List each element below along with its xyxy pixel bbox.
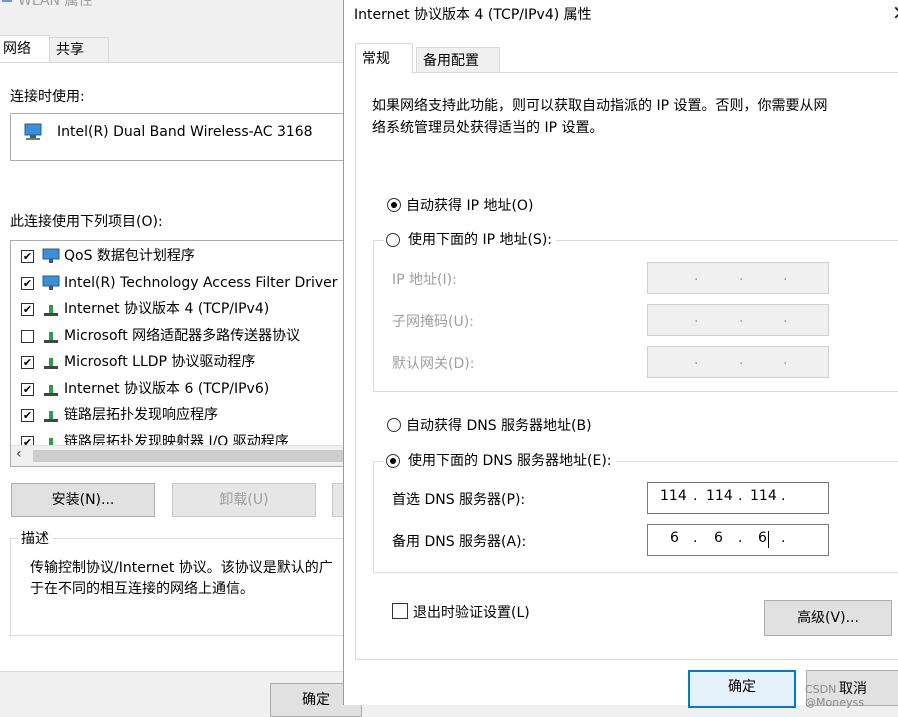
default-gateway-field[interactable]: ... (647, 346, 829, 378)
adapter-box: Intel(R) Dual Band Wireless-AC 3168 (10, 113, 345, 161)
wlan-titlebar: WLAN 属性 (0, 0, 345, 10)
auto-ip-radio[interactable] (387, 198, 401, 212)
items-label: 此连接使用下列项目(O): (10, 214, 163, 230)
component-checkbox[interactable]: ✔ (21, 356, 34, 369)
ip-address-field[interactable]: ... (647, 262, 829, 294)
manual-dns-label: 使用下面的 DNS 服务器地址(E): (408, 453, 612, 469)
component-checkbox[interactable] (21, 329, 34, 343)
advanced-button[interactable]: 高级(V)... (764, 600, 892, 636)
tab-alternate-config[interactable]: 备用配置 (416, 47, 500, 74)
network-protocol-icon (42, 381, 60, 396)
manual-ip-option[interactable]: 使用下面的 IP 地址(S): (384, 229, 556, 249)
component-label[interactable]: 链路层拓扑发现响应程序 (64, 402, 218, 428)
horizontal-scrollbar[interactable]: ‹ (11, 445, 345, 466)
watermark: CSDN @Moneyss (805, 683, 864, 709)
auto-ip-label: 自动获得 IP 地址(O) (406, 198, 534, 214)
auto-dns-label: 自动获得 DNS 服务器地址(B) (406, 418, 592, 434)
ip-address-label: IP 地址(I): (392, 272, 457, 288)
network-service-icon (42, 248, 60, 263)
component-label[interactable]: Intel(R) Technology Access Filter Driver (64, 270, 338, 296)
component-checkbox[interactable]: ✔ (21, 382, 34, 396)
preferred-dns-field[interactable]: 114. 114. 114. (647, 482, 829, 514)
tab-general[interactable]: 常规 (355, 43, 413, 74)
manual-dns-radio[interactable] (386, 454, 400, 468)
network-protocol-icon (42, 354, 60, 369)
ipv4-properties-dialog: Internet 协议版本 4 (TCP/IPv4) 属性 × 常规 备用配置 … (343, 0, 898, 708)
default-gateway-label: 默认网关(D): (392, 356, 475, 372)
subnet-mask-field[interactable]: ... (647, 304, 829, 336)
adapter-name: Intel(R) Dual Band Wireless-AC 3168 (57, 124, 313, 140)
intro-line2: 络系统管理员处获得适当的 IP 设置。 (372, 120, 604, 136)
manual-dns-group (373, 461, 898, 573)
description-line1: 传输控制协议/Internet 协议。该协议是默认的广 (30, 560, 333, 576)
install-button[interactable]: 安装(N)... (11, 483, 155, 517)
intro-line1: 如果网络支持此功能，则可以获取自动指派的 IP 设置。否则，你需要从网 (372, 98, 828, 114)
validate-label: 退出时验证设置(L) (413, 605, 530, 621)
alternate-dns-field[interactable]: 6. 6. 6 . (647, 524, 829, 556)
component-label[interactable]: Microsoft 网络适配器多路传送器协议 (64, 323, 300, 349)
text-caret (768, 531, 769, 548)
scrollbar-thumb[interactable] (33, 450, 345, 462)
alternate-dns-label: 备用 DNS 服务器(A): (392, 534, 527, 550)
component-label[interactable]: Microsoft LLDP 协议驱动程序 (64, 349, 255, 375)
wlan-title-icon (2, 0, 12, 2)
network-adapter-icon (24, 123, 42, 140)
component-checkbox[interactable]: ✔ (21, 276, 34, 290)
description-line2: 于在不同的相互连接的网络上通信。 (30, 581, 254, 597)
close-icon[interactable]: × (892, 0, 898, 24)
tab-sharing[interactable]: 共享 (49, 37, 109, 62)
connect-using-label: 连接时使用: (10, 89, 85, 105)
component-label[interactable]: Internet 协议版本 6 (TCP/IPv6) (64, 376, 269, 402)
component-checkbox[interactable]: ✔ (21, 250, 34, 263)
subnet-mask-label: 子网掩码(U): (392, 314, 474, 330)
manual-ip-radio[interactable] (386, 233, 400, 247)
component-checkbox[interactable]: ✔ (21, 409, 34, 422)
validate-checkbox[interactable] (392, 603, 408, 619)
component-checkbox[interactable]: ✔ (21, 303, 34, 316)
manual-dns-option[interactable]: 使用下面的 DNS 服务器地址(E): (384, 450, 616, 470)
scroll-left-icon[interactable]: ‹ (16, 446, 22, 462)
component-label[interactable]: QoS 数据包计划程序 (64, 243, 195, 269)
uninstall-button[interactable]: 卸载(U) (172, 483, 316, 517)
preferred-dns-label: 首选 DNS 服务器(P): (392, 492, 526, 508)
component-label[interactable]: Internet 协议版本 4 (TCP/IPv4) (64, 296, 269, 322)
tab-network[interactable]: 网络 (0, 35, 50, 62)
ipv4-title: Internet 协议版本 4 (TCP/IPv4) 属性 (354, 7, 592, 23)
manual-ip-label: 使用下面的 IP 地址(S): (408, 232, 552, 248)
wlan-properties-dialog: WLAN 属性 网络 共享 连接时使用: Intel(R) Dual Band … (0, 0, 362, 717)
network-protocol-icon (42, 301, 60, 316)
auto-dns-radio[interactable] (387, 418, 401, 432)
ipv4-ok-button[interactable]: 确定 (688, 670, 796, 708)
network-service-icon (42, 275, 60, 290)
network-protocol-icon (42, 328, 60, 343)
description-label: 描述 (18, 528, 52, 548)
wlan-title: WLAN 属性 (18, 0, 93, 9)
network-protocol-icon (42, 407, 60, 422)
components-list[interactable]: ✔ QoS 数据包计划程序 ✔ Intel(R) Technology Access … (10, 240, 345, 467)
